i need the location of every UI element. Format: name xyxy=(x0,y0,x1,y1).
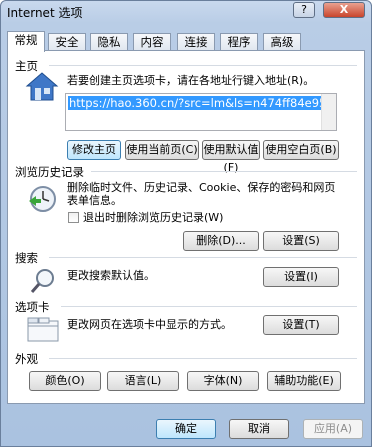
help-button[interactable]: ? xyxy=(293,2,315,18)
fonts-button[interactable]: 字体(N) xyxy=(187,371,259,391)
tabbed-window-icon xyxy=(27,317,59,342)
tab-content[interactable]: 内容 xyxy=(133,33,171,51)
use-default-button[interactable]: 使用默认值(F) xyxy=(202,140,260,174)
tab-connections[interactable]: 连接 xyxy=(177,33,215,51)
history-settings-button[interactable]: 设置(S) xyxy=(263,231,339,251)
tab-general[interactable]: 常规 xyxy=(7,31,45,52)
delete-history-on-exit-checkbox[interactable] xyxy=(68,212,79,223)
url-scrollbar[interactable] xyxy=(321,94,336,130)
divider xyxy=(61,306,357,307)
tab-advanced[interactable]: 高级 xyxy=(263,33,301,51)
search-settings-button[interactable]: 设置(I) xyxy=(263,267,339,287)
use-current-button[interactable]: 使用当前页(C) xyxy=(125,140,199,160)
home-url-value: https://hao.360.cn/?src=lm&ls=n474ff84e9… xyxy=(68,96,328,110)
tabs-description: 更改网页在选项卡中显示的方式。 xyxy=(67,318,232,331)
use-blank-button[interactable]: 使用空白页(B) xyxy=(263,140,339,160)
history-clock-icon xyxy=(29,186,56,212)
home-description: 若要创建主页选项卡，请在各地址行键入地址(R)。 xyxy=(67,74,315,87)
divider xyxy=(49,358,357,359)
home-url-textarea[interactable]: https://hao.360.cn/?src=lm&ls=n474ff84e9… xyxy=(65,93,337,131)
colors-button[interactable]: 颜色(O) xyxy=(29,371,101,391)
delete-history-on-exit-label: 退出时删除浏览历史记录(W) xyxy=(83,211,224,224)
accessibility-button[interactable]: 辅助功能(E) xyxy=(267,371,341,391)
internet-options-window: Internet 选项 ? X 常规 安全 隐私 内容 连接 程序 高级 主页 … xyxy=(0,0,372,447)
languages-button[interactable]: 语言(L) xyxy=(107,371,179,391)
section-title-history: 浏览历史记录 xyxy=(15,165,84,179)
divider xyxy=(49,257,357,258)
section-title-tabs: 选项卡 xyxy=(15,300,50,314)
tab-security[interactable]: 安全 xyxy=(48,33,86,51)
tab-programs[interactable]: 程序 xyxy=(220,33,258,51)
history-description-line2: 表单信息。 xyxy=(67,194,122,207)
cancel-button[interactable]: 取消 xyxy=(229,419,289,439)
magnifier-icon xyxy=(30,269,54,293)
close-button[interactable]: X xyxy=(323,2,365,18)
divider xyxy=(49,65,357,66)
tab-privacy[interactable]: 隐私 xyxy=(90,33,128,51)
tabs-settings-button[interactable]: 设置(T) xyxy=(263,315,339,335)
modify-home-button[interactable]: 修改主页 xyxy=(67,140,121,160)
apply-button[interactable]: 应用(A) xyxy=(303,419,363,439)
home-icon xyxy=(25,72,59,101)
history-description-line1: 删除临时文件、历史记录、Cookie、保存的密码和网页 xyxy=(67,181,336,194)
divider xyxy=(91,171,357,172)
ok-button[interactable]: 确定 xyxy=(156,419,216,439)
delete-history-button[interactable]: 删除(D)... xyxy=(183,231,259,251)
window-title: Internet 选项 xyxy=(7,6,83,20)
title-bar: Internet 选项 ? X xyxy=(1,1,371,21)
section-title-search: 搜索 xyxy=(15,251,38,265)
search-description: 更改搜索默认值。 xyxy=(67,269,155,282)
section-title-appearance: 外观 xyxy=(15,352,38,366)
